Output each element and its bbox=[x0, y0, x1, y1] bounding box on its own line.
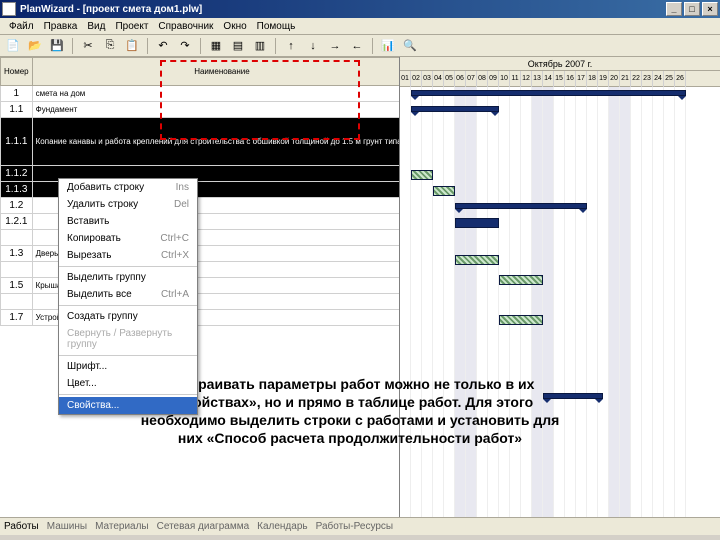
view3-icon[interactable]: ▥ bbox=[251, 37, 269, 55]
day-header: 15 bbox=[554, 71, 565, 87]
arrow-up-icon[interactable]: ↑ bbox=[282, 37, 300, 55]
day-header: 14 bbox=[543, 71, 554, 87]
gantt-bar-summary[interactable] bbox=[455, 203, 587, 209]
tab-4[interactable]: Календарь bbox=[257, 521, 307, 532]
menu-item[interactable]: ВырезатьCtrl+X bbox=[59, 247, 197, 264]
day-header: 17 bbox=[576, 71, 587, 87]
gantt-bar[interactable] bbox=[411, 170, 433, 180]
copy-icon[interactable]: ⎘ bbox=[101, 37, 119, 55]
day-header: 09 bbox=[488, 71, 499, 87]
day-header: 04 bbox=[433, 71, 444, 87]
paste-icon[interactable]: 📋 bbox=[123, 37, 141, 55]
view1-icon[interactable]: ▦ bbox=[207, 37, 225, 55]
menu-помощь[interactable]: Помощь bbox=[252, 21, 301, 32]
tab-0[interactable]: Работы bbox=[4, 521, 39, 532]
gantt-bar[interactable] bbox=[499, 315, 543, 325]
day-header: 10 bbox=[499, 71, 510, 87]
day-header: 22 bbox=[631, 71, 642, 87]
gantt-bar[interactable] bbox=[455, 255, 499, 265]
day-header: 21 bbox=[620, 71, 631, 87]
day-header: 19 bbox=[598, 71, 609, 87]
status-bar: Работы Машины Материалы Сетевая диаграмма Ка… bbox=[0, 517, 720, 535]
window-title: PlanWizard - [проект смета дом1.plw] bbox=[20, 4, 202, 15]
context-menu: Добавить строкуInsУдалить строкуDelВстав… bbox=[58, 178, 198, 415]
outdent-icon[interactable]: ← bbox=[348, 37, 366, 55]
day-header: 05 bbox=[444, 71, 455, 87]
day-header: 16 bbox=[565, 71, 576, 87]
day-header: 23 bbox=[642, 71, 653, 87]
zoom-icon[interactable]: 🔍 bbox=[401, 37, 419, 55]
menu-item[interactable]: Цвет... bbox=[59, 375, 197, 392]
menu-проект[interactable]: Проект bbox=[110, 21, 153, 32]
day-header: 08 bbox=[477, 71, 488, 87]
save-icon[interactable]: 💾 bbox=[48, 37, 66, 55]
indent-icon[interactable]: → bbox=[326, 37, 344, 55]
maximize-button[interactable]: □ bbox=[684, 2, 700, 16]
new-icon[interactable]: 📄 bbox=[4, 37, 22, 55]
cut-icon[interactable]: ✂ bbox=[79, 37, 97, 55]
table-row[interactable]: 1.1Фундамент4дн bbox=[1, 102, 401, 118]
day-header: 20 bbox=[609, 71, 620, 87]
day-header: 13 bbox=[532, 71, 543, 87]
open-icon[interactable]: 📂 bbox=[26, 37, 44, 55]
chart-icon[interactable]: 📊 bbox=[379, 37, 397, 55]
title-bar: PlanWizard - [проект смета дом1.plw] _ □… bbox=[0, 0, 720, 18]
menu-вид[interactable]: Вид bbox=[82, 21, 110, 32]
tab-5[interactable]: Работы-Ресурсы bbox=[316, 521, 394, 532]
menu-правка[interactable]: Правка bbox=[39, 21, 83, 32]
annotation-text: Настраивать параметры работ можно не тол… bbox=[140, 375, 560, 447]
menu-item: Свернуть / Развернуть группу bbox=[59, 325, 197, 353]
col-header[interactable]: Номер bbox=[1, 58, 33, 86]
menu-item[interactable]: Выделить группу bbox=[59, 269, 197, 286]
tab-3[interactable]: Сетевая диаграмма bbox=[157, 521, 250, 532]
close-button[interactable]: × bbox=[702, 2, 718, 16]
gantt-bar[interactable] bbox=[499, 275, 543, 285]
minimize-button[interactable]: _ bbox=[666, 2, 682, 16]
menu-item[interactable]: Свойства... bbox=[59, 397, 197, 414]
day-header: 26 bbox=[675, 71, 686, 87]
gantt-month-label: Октябрь 2007 г. bbox=[400, 57, 720, 71]
day-header: 12 bbox=[521, 71, 532, 87]
table-row[interactable]: 1смета на дом10дн0 bbox=[1, 86, 401, 102]
menu-item[interactable]: Выделить всеCtrl+A bbox=[59, 286, 197, 303]
gantt-bar[interactable] bbox=[455, 218, 499, 228]
gantt-bar-summary[interactable] bbox=[411, 90, 686, 96]
day-header: 02 bbox=[411, 71, 422, 87]
table-row[interactable]: 1.1.1Копание канавы и работа креплений д… bbox=[1, 118, 401, 166]
gantt-chart[interactable] bbox=[400, 87, 720, 517]
col-header[interactable]: Наименование bbox=[32, 58, 400, 86]
gantt-panel: Октябрь 2007 г. 010203040506070809101112… bbox=[400, 57, 720, 517]
day-header: 07 bbox=[466, 71, 477, 87]
day-header: 01 bbox=[400, 71, 411, 87]
menu-item[interactable]: Вставить bbox=[59, 213, 197, 230]
day-header: 18 bbox=[587, 71, 598, 87]
menu-окно[interactable]: Окно bbox=[218, 21, 251, 32]
day-header: 25 bbox=[664, 71, 675, 87]
day-header: 24 bbox=[653, 71, 664, 87]
toolbar: 📄 📂 💾 ✂ ⎘ 📋 ↶ ↷ ▦ ▤ ▥ ↑ ↓ → ← 📊 🔍 bbox=[0, 35, 720, 57]
day-header: 06 bbox=[455, 71, 466, 87]
arrow-down-icon[interactable]: ↓ bbox=[304, 37, 322, 55]
tab-1[interactable]: Машины bbox=[47, 521, 87, 532]
menu-item[interactable]: КопироватьCtrl+C bbox=[59, 230, 197, 247]
gantt-bar-summary[interactable] bbox=[411, 106, 499, 112]
menu-item[interactable]: Добавить строкуIns bbox=[59, 179, 197, 196]
undo-icon[interactable]: ↶ bbox=[154, 37, 172, 55]
tab-2[interactable]: Материалы bbox=[95, 521, 149, 532]
gantt-bar[interactable] bbox=[433, 186, 455, 196]
day-header: 03 bbox=[422, 71, 433, 87]
menu-файл[interactable]: Файл bbox=[4, 21, 39, 32]
app-icon bbox=[2, 2, 16, 16]
menu-item[interactable]: Удалить строкуDel bbox=[59, 196, 197, 213]
menu-справочник[interactable]: Справочник bbox=[153, 21, 218, 32]
day-header: 11 bbox=[510, 71, 521, 87]
view2-icon[interactable]: ▤ bbox=[229, 37, 247, 55]
menu-item[interactable]: Шрифт... bbox=[59, 358, 197, 375]
menu-item[interactable]: Создать группу bbox=[59, 308, 197, 325]
menu-bar: ФайлПравкаВидПроектСправочникОкноПомощь bbox=[0, 18, 720, 35]
redo-icon[interactable]: ↷ bbox=[176, 37, 194, 55]
